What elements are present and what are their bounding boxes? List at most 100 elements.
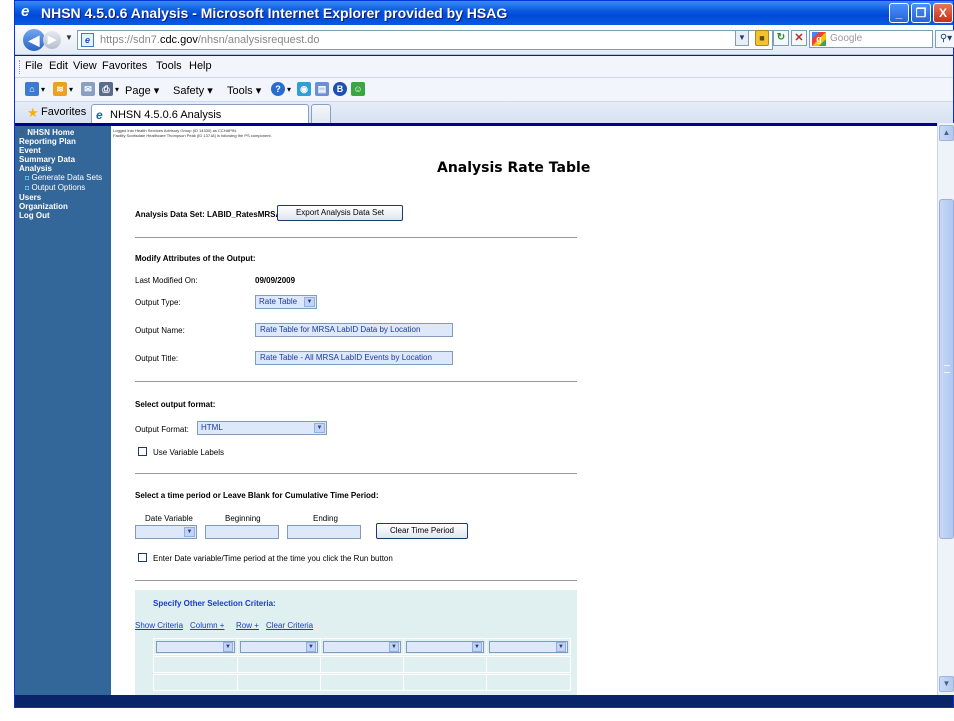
criteria-cell[interactable] bbox=[403, 674, 487, 691]
criteria-cell[interactable] bbox=[320, 656, 404, 673]
vertical-scrollbar[interactable]: ▲ ▼ bbox=[937, 123, 954, 695]
criteria-cell[interactable] bbox=[153, 674, 238, 691]
sidebar-item-nhsn-home[interactable]: ♆ NHSN Home bbox=[15, 128, 111, 137]
menu-help[interactable]: Help bbox=[189, 60, 212, 72]
clear-criteria-link[interactable]: Clear Criteria bbox=[266, 621, 313, 630]
menu-tools[interactable]: Tools bbox=[156, 60, 182, 72]
new-tab-button[interactable] bbox=[311, 104, 331, 124]
favorites-star-icon[interactable]: ★ bbox=[27, 105, 39, 121]
url-input[interactable]: e https://sdn7.cdc.gov/nhsn/analysisrequ… bbox=[77, 30, 773, 50]
criteria-column-select[interactable]: ▼ bbox=[489, 641, 568, 653]
criteria-column-cell: ▼ bbox=[320, 638, 404, 655]
sidebar-item-event[interactable]: Event bbox=[15, 146, 111, 155]
output-format-select[interactable]: HTML ▼ bbox=[197, 421, 327, 435]
export-dataset-button[interactable]: Export Analysis Data Set bbox=[277, 205, 403, 221]
criteria-cell[interactable] bbox=[237, 674, 321, 691]
messenger-icon[interactable]: ☺ bbox=[351, 82, 365, 96]
minimize-button[interactable]: _ bbox=[889, 3, 909, 23]
chevron-down-icon: ▼ bbox=[389, 642, 399, 652]
print-icon[interactable]: ⎙ bbox=[99, 82, 113, 96]
sidebar-item-users[interactable]: Users bbox=[15, 193, 111, 202]
blog-icon[interactable]: ▤ bbox=[315, 82, 329, 96]
scroll-thumb[interactable] bbox=[939, 199, 954, 539]
research-icon[interactable]: ◉ bbox=[297, 82, 311, 96]
google-icon: g bbox=[812, 32, 826, 46]
dataset-label: Analysis Data Set: LABID_RatesMRSA bbox=[135, 210, 282, 219]
refresh-icon[interactable]: ↻ bbox=[773, 30, 789, 46]
scroll-up-icon[interactable]: ▲ bbox=[939, 125, 954, 141]
search-go-button[interactable]: ⚲▾ bbox=[935, 30, 954, 48]
show-criteria-link[interactable]: Show Criteria bbox=[135, 621, 183, 630]
criteria-cell[interactable] bbox=[486, 674, 571, 691]
column-plus-link[interactable]: Column + bbox=[190, 621, 224, 630]
bullet-icon: ◘ bbox=[25, 185, 30, 192]
output-type-select[interactable]: Rate Table ▼ bbox=[255, 295, 317, 309]
sidebar-item-log-out[interactable]: Log Out bbox=[15, 211, 111, 220]
sidebar-item-summary-data[interactable]: Summary Data bbox=[15, 155, 111, 164]
history-dropdown-icon[interactable]: ▼ bbox=[65, 33, 73, 42]
output-name-input[interactable]: Rate Table for MRSA LabID Data by Locati… bbox=[255, 323, 453, 337]
menu-favorites[interactable]: Favorites bbox=[102, 60, 147, 72]
clear-time-period-button[interactable]: Clear Time Period bbox=[376, 523, 468, 539]
mail-icon[interactable]: ✉ bbox=[81, 82, 95, 96]
chevron-down-icon: ▼ bbox=[223, 642, 233, 652]
criteria-cell[interactable] bbox=[153, 656, 238, 673]
help-icon[interactable]: ? bbox=[271, 82, 285, 96]
criteria-column-select[interactable]: ▼ bbox=[323, 641, 401, 653]
feeds-dropdown-icon[interactable]: ▾ bbox=[69, 85, 73, 94]
criteria-column-select[interactable]: ▼ bbox=[240, 641, 318, 653]
date-variable-select[interactable]: ▼ bbox=[135, 525, 197, 539]
criteria-column-select[interactable]: ▼ bbox=[156, 641, 235, 653]
menu-bar: File Edit View Favorites Tools Help bbox=[15, 56, 953, 78]
criteria-grid: ▼ ▼ ▼ ▼ ▼ bbox=[153, 638, 571, 692]
favorites-button[interactable]: Favorites bbox=[41, 106, 86, 118]
window-title: NHSN 4.5.0.6 Analysis - Microsoft Intern… bbox=[41, 5, 508, 21]
menu-file[interactable]: File bbox=[25, 60, 43, 72]
ending-date-input[interactable] bbox=[287, 525, 361, 539]
row-plus-link[interactable]: Row + bbox=[236, 621, 259, 630]
sidebar-item-output-options[interactable]: ◘ Output Options bbox=[15, 183, 111, 193]
output-type-label: Output Type: bbox=[135, 298, 181, 307]
search-input[interactable]: g Google bbox=[809, 30, 933, 48]
tab-nhsn-analysis[interactable]: e NHSN 4.5.0.6 Analysis bbox=[91, 104, 309, 125]
output-format-value: HTML bbox=[201, 423, 223, 432]
sidebar-item-organization[interactable]: Organization bbox=[15, 202, 111, 211]
print-dropdown-icon[interactable]: ▾ bbox=[115, 85, 119, 94]
sidebar-item-generate-data-sets[interactable]: ◘ Generate Data Sets bbox=[15, 173, 111, 183]
feeds-icon[interactable]: ≋ bbox=[53, 82, 67, 96]
beginning-date-input[interactable] bbox=[205, 525, 279, 539]
home-icon[interactable]: ⌂ bbox=[25, 82, 39, 96]
criteria-cell[interactable] bbox=[486, 656, 571, 673]
output-name-label: Output Name: bbox=[135, 326, 185, 335]
url-dropdown-button[interactable]: ▼ bbox=[735, 30, 749, 46]
bluetooth-icon[interactable]: B bbox=[333, 82, 347, 96]
forward-button[interactable]: ▶ bbox=[43, 31, 61, 49]
criteria-cell[interactable] bbox=[320, 674, 404, 691]
page-icon: e bbox=[81, 33, 94, 47]
back-button[interactable]: ◀ bbox=[23, 29, 45, 51]
maximize-button[interactable]: ❐ bbox=[911, 3, 931, 23]
time-period-heading: Select a time period or Leave Blank for … bbox=[135, 491, 379, 500]
menu-edit[interactable]: Edit bbox=[49, 60, 68, 72]
ie-logo-icon: e bbox=[21, 3, 30, 20]
stop-icon[interactable]: ✕ bbox=[791, 30, 807, 46]
page-menu[interactable]: Page ▾ bbox=[125, 84, 159, 97]
safety-menu[interactable]: Safety ▾ bbox=[173, 84, 213, 97]
tools-menu[interactable]: Tools ▾ bbox=[227, 84, 261, 97]
use-variable-labels-checkbox[interactable] bbox=[138, 447, 147, 456]
sidebar-item-analysis[interactable]: Analysis bbox=[15, 164, 111, 173]
scroll-down-icon[interactable]: ▼ bbox=[939, 676, 954, 692]
home-dropdown-icon[interactable]: ▾ bbox=[41, 85, 45, 94]
criteria-column-select[interactable]: ▼ bbox=[406, 641, 484, 653]
menu-view[interactable]: View bbox=[73, 60, 97, 72]
criteria-cell[interactable] bbox=[237, 656, 321, 673]
output-title-input[interactable]: Rate Table - All MRSA LabID Events by Lo… bbox=[255, 351, 453, 365]
tree-icon: ♆ bbox=[19, 128, 25, 137]
facility-line: Facility Scottsdale Healthcare Thompson … bbox=[113, 133, 272, 138]
sidebar-item-reporting-plan[interactable]: Reporting Plan bbox=[15, 137, 111, 146]
enter-date-at-run-checkbox[interactable] bbox=[138, 553, 147, 562]
lock-icon[interactable]: ■ bbox=[755, 30, 769, 46]
help-dropdown-icon[interactable]: ▾ bbox=[287, 85, 291, 94]
close-button[interactable]: X bbox=[933, 3, 953, 23]
criteria-cell[interactable] bbox=[403, 656, 487, 673]
